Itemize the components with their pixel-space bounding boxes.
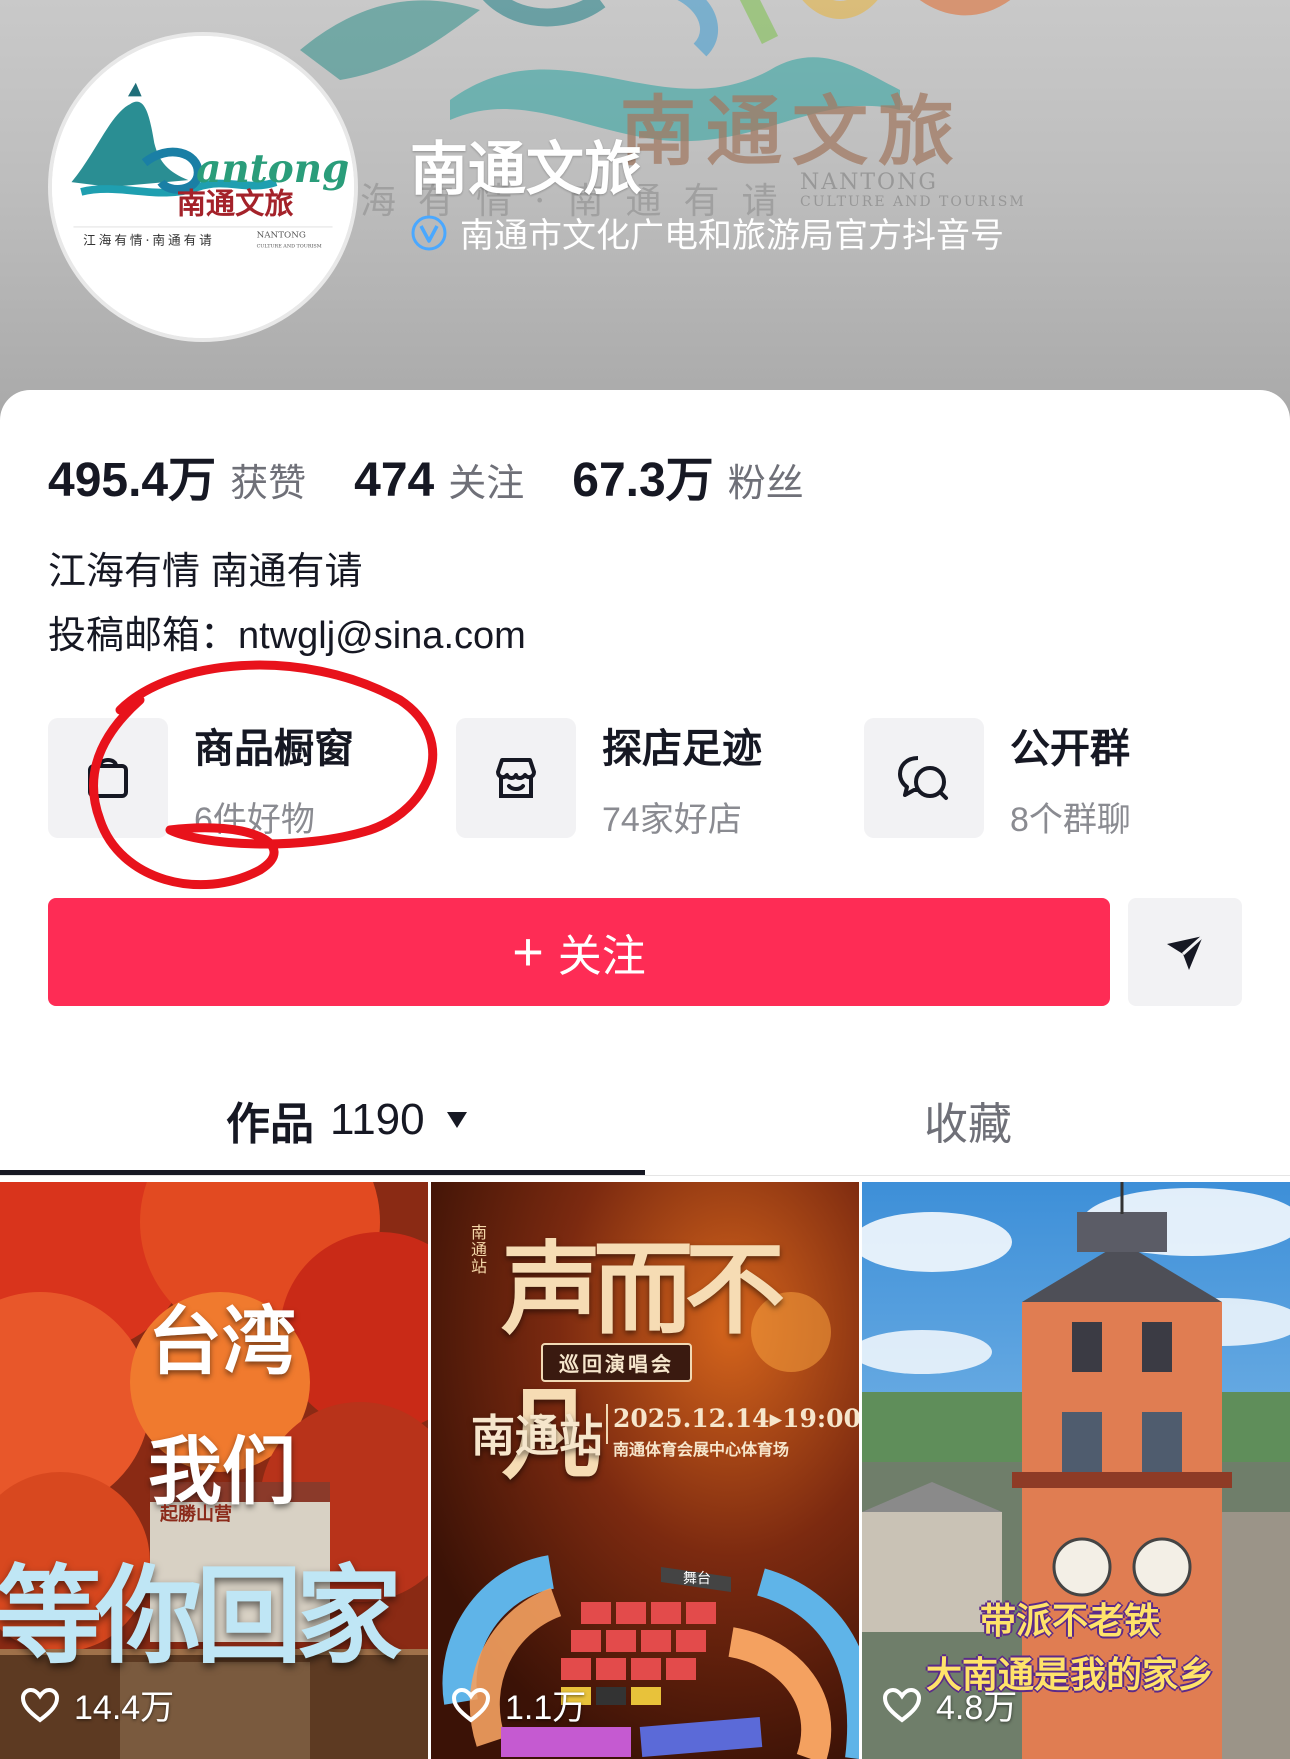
- tab-works-label: 作品: [226, 1100, 314, 1149]
- video-2-subtitle: 巡回演唱会: [541, 1343, 692, 1382]
- plus-icon: +: [512, 922, 544, 982]
- service-showcase-subtitle: 6件好物: [194, 800, 315, 839]
- video-2-datetime: 2025.12.14▸19:00: [613, 1404, 859, 1433]
- service-groups-subtitle: 8个群聊: [1010, 800, 1131, 839]
- video-2-likes: 1.1万: [451, 1680, 586, 1729]
- send-icon: [1167, 934, 1205, 970]
- service-store-texts: 探店足迹 74家好店: [602, 716, 762, 841]
- video-2-likes-count: 1.1万: [505, 1689, 587, 1727]
- bio: 江海有情 南通有请 投稿邮箱：ntwglj@sina.com: [48, 540, 526, 668]
- verification-text: 南通市文化广电和旅游局官方抖音号: [460, 217, 1004, 255]
- video-2-venue: 南通体育会展中心体育场: [613, 1440, 790, 1459]
- avatar-logo-text: antong: [196, 146, 349, 192]
- stats-row: 495.4万 获赞 474 关注 67.3万 粉丝: [48, 440, 852, 510]
- tab-works[interactable]: 作品 1190: [226, 1090, 469, 1150]
- video-1-overlay-line-1: 台湾: [148, 1299, 296, 1385]
- account-name: 南通文旅: [410, 137, 643, 202]
- stat-following-label: 关注: [448, 463, 525, 505]
- avatar-en-line1: NANTONG: [257, 231, 306, 241]
- avatar-logo-cn: 南通文旅: [177, 186, 294, 220]
- video-3-likes-count: 4.8万: [936, 1689, 1018, 1727]
- avatar-logo-image: antong 南通文旅 江海有情·南通有请 NANTONG CULTURE AN…: [52, 36, 354, 338]
- avatar-en-line2: CULTURE AND TOURISM: [257, 243, 322, 249]
- service-showcase[interactable]: 商品橱窗 6件好物: [48, 716, 354, 841]
- stat-following-value: 474: [354, 454, 435, 507]
- stat-likes[interactable]: 495.4万 获赞: [48, 440, 306, 510]
- video-2-stage-label: 舞台: [683, 1571, 711, 1587]
- heart-icon: [451, 1687, 491, 1723]
- avatar[interactable]: antong 南通文旅 江海有情·南通有请 NANTONG CULTURE AN…: [48, 32, 358, 342]
- storefront-icon: [496, 758, 536, 798]
- video-1-sign-text: 起勝山营: [160, 1504, 232, 1525]
- follow-button-label: 关注: [557, 932, 646, 981]
- verified-badge-icon: [411, 215, 447, 250]
- heart-icon: [882, 1687, 922, 1723]
- stat-following[interactable]: 474 关注: [354, 452, 524, 508]
- shopping-bag-icon: [88, 758, 128, 798]
- service-showcase-icon-box: [48, 718, 168, 838]
- video-1-likes: 14.4万: [20, 1680, 174, 1729]
- video-1-likes-count: 14.4万: [74, 1689, 175, 1727]
- video-thumbnail-2[interactable]: 南通站 声而不凡 巡回演唱会 南通站 2025.12.14▸19:00 南通体育…: [431, 1182, 859, 1759]
- service-public-groups[interactable]: 公开群 8个群聊: [864, 716, 1131, 841]
- banner-watermark-en-line1: NANTONG: [800, 170, 938, 195]
- banner-watermark-cn: 南通文旅: [620, 87, 964, 176]
- stat-followers-label: 粉丝: [727, 463, 804, 505]
- stat-followers-value: 67.3万: [572, 454, 714, 507]
- service-showcase-title: 商品橱窗: [194, 726, 354, 771]
- bio-line-1: 江海有情 南通有请: [48, 551, 363, 593]
- banner-watermark-en: NANTONG CULTURE AND TOURISM: [800, 170, 1026, 211]
- tab-works-count: 1190: [330, 1095, 425, 1144]
- stat-likes-value: 495.4万: [48, 454, 217, 507]
- video-3-likes: 4.8万: [882, 1680, 1017, 1729]
- video-2-city: 南通站: [471, 1411, 603, 1462]
- caret-down-icon[interactable]: [445, 1110, 469, 1130]
- service-store-title: 探店足迹: [602, 726, 762, 771]
- service-groups-icon-box: [864, 718, 984, 838]
- service-showcase-texts: 商品橱窗 6件好物: [194, 716, 354, 841]
- chat-bubbles-icon: [898, 756, 948, 800]
- tab-divider: [0, 1175, 1290, 1176]
- tab-favorites-label: 收藏: [924, 1100, 1012, 1149]
- share-button[interactable]: [1128, 898, 1242, 1006]
- follow-button[interactable]: + 关注: [48, 898, 1110, 1006]
- service-store-visits[interactable]: 探店足迹 74家好店: [456, 716, 762, 841]
- service-groups-texts: 公开群 8个群聊: [1010, 716, 1131, 841]
- video-1-overlay-line-3: 等你回家: [0, 1553, 402, 1678]
- video-thumbnail-1[interactable]: 台湾 我们 起勝山营 等你回家 14.4万: [0, 1182, 428, 1759]
- service-groups-title: 公开群: [1010, 726, 1130, 771]
- video-3-overlay-line-1: 带派不老铁: [980, 1600, 1161, 1642]
- video-2-badge: 南通站: [471, 1223, 488, 1276]
- bio-line-2: 投稿邮箱：ntwglj@sina.com: [48, 615, 526, 657]
- tab-favorites[interactable]: 收藏: [924, 1090, 1012, 1150]
- stat-followers[interactable]: 67.3万 粉丝: [572, 440, 803, 510]
- verification-row: 南通市文化广电和旅游局官方抖音号: [410, 208, 1004, 257]
- video-thumbnail-3[interactable]: 带派不老铁 大南通是我的家乡 4.8万: [862, 1182, 1290, 1759]
- heart-icon: [20, 1687, 60, 1723]
- avatar-slogan: 江海有情·南通有请: [83, 232, 215, 247]
- service-store-subtitle: 74家好店: [602, 800, 742, 839]
- stat-likes-label: 获赞: [230, 463, 307, 505]
- service-store-icon-box: [456, 718, 576, 838]
